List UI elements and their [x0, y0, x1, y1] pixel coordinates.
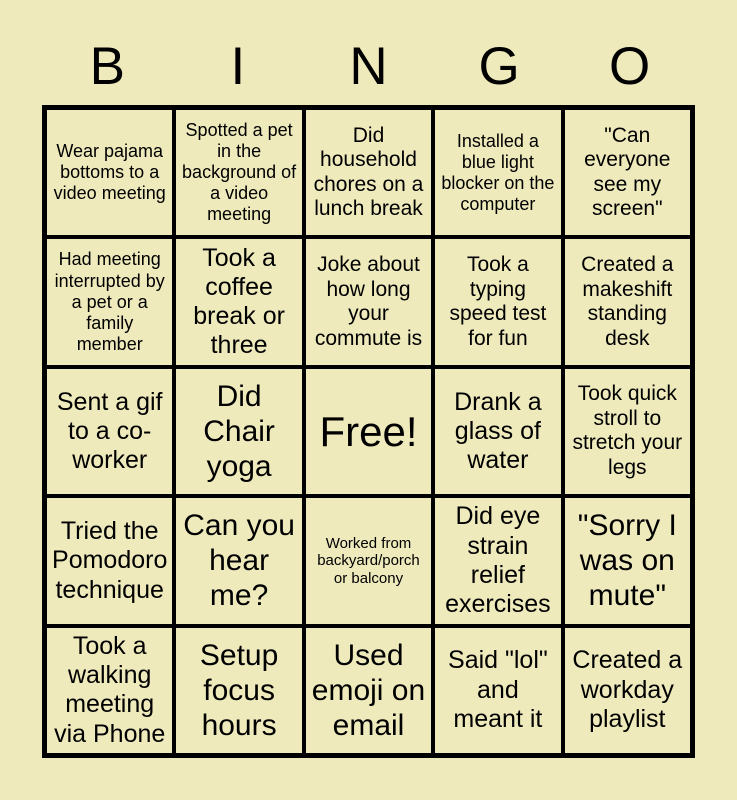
bingo-cell-label: Took a typing speed test for fun — [449, 252, 547, 350]
bingo-cell-label: Did household chores on a lunch break — [313, 123, 424, 221]
bingo-card: B I N G O Wear pajama bottoms to a video… — [0, 0, 737, 800]
bingo-grid: Wear pajama bottoms to a video meeting Sp… — [42, 105, 695, 758]
bingo-cell[interactable]: Used emoji on email — [305, 627, 432, 753]
bingo-cell[interactable]: Installed a blue light blocker on the co… — [435, 110, 561, 236]
bingo-cell[interactable]: Said "lol" and meant it — [435, 627, 561, 753]
bingo-cell[interactable]: Can you hear me? — [176, 498, 302, 624]
bingo-header: B I N G O — [42, 30, 695, 102]
header-letter-b: B — [89, 36, 125, 96]
bingo-cell-label: Took quick stroll to stretch your legs — [572, 382, 683, 480]
bingo-cell-label: Worked from backyard/porch or balcony — [317, 534, 420, 587]
bingo-cell[interactable]: Tried the Pomodoro technique — [47, 498, 173, 624]
bingo-cell-label: Setup focus hours — [199, 638, 279, 742]
bingo-cell[interactable]: Created a makeshift standing desk — [564, 239, 690, 365]
bingo-cell[interactable]: Joke about how long your commute is — [305, 239, 432, 365]
bingo-cell-label: Took a walking meeting via Phone — [54, 631, 166, 748]
bingo-cell[interactable]: "Sorry I was on mute" — [564, 498, 690, 624]
header-letter-n: N — [349, 36, 388, 96]
bingo-cell[interactable]: Did household chores on a lunch break — [305, 110, 432, 236]
bingo-cell-label: Had meeting interrupted by a pet or a fa… — [54, 249, 165, 354]
bingo-cell-label: Free! — [319, 407, 418, 455]
bingo-cell[interactable]: Sent a gif to a co-worker — [47, 368, 173, 495]
bingo-cell-label: Joke about how long your commute is — [314, 252, 423, 350]
bingo-cell[interactable]: Did eye strain relief exercises — [435, 498, 561, 624]
bingo-cell[interactable]: Did Chair yoga — [176, 368, 302, 495]
header-letter-g: G — [478, 36, 520, 96]
bingo-cell-label: "Can everyone see my screen" — [584, 123, 671, 221]
bingo-cell[interactable]: Had meeting interrupted by a pet or a fa… — [47, 239, 173, 365]
bingo-cell[interactable]: Took quick stroll to stretch your legs — [564, 368, 690, 495]
bingo-cell-label: Did eye strain relief exercises — [445, 502, 551, 619]
bingo-free-space[interactable]: Free! — [305, 368, 432, 495]
bingo-cell-label: Tried the Pomodoro technique — [52, 517, 168, 604]
bingo-cell[interactable]: "Can everyone see my screen" — [564, 110, 690, 236]
bingo-cell-label: Sent a gif to a co-worker — [56, 387, 163, 475]
bingo-cell-label: Installed a blue light blocker on the co… — [441, 130, 555, 214]
bingo-cell[interactable]: Took a typing speed test for fun — [435, 239, 561, 365]
bingo-cell-label: "Sorry I was on mute" — [577, 509, 677, 613]
bingo-cell-label: Created a workday playlist — [572, 646, 683, 733]
bingo-cell[interactable]: Took a walking meeting via Phone — [47, 627, 173, 753]
bingo-cell[interactable]: Worked from backyard/porch or balcony — [305, 498, 432, 624]
bingo-cell[interactable]: Created a workday playlist — [564, 627, 690, 753]
bingo-cell-label: Spotted a pet in the background of a vid… — [182, 120, 297, 225]
bingo-cell-label: Wear pajama bottoms to a video meeting — [53, 141, 166, 204]
bingo-cell[interactable]: Wear pajama bottoms to a video meeting — [47, 110, 173, 236]
header-letter-i: I — [230, 36, 246, 96]
bingo-cell-label: Did Chair yoga — [203, 379, 275, 484]
bingo-cell-label: Drank a glass of water — [454, 387, 542, 475]
header-letter-o: O — [609, 36, 651, 96]
bingo-cell-label: Used emoji on email — [311, 638, 426, 742]
bingo-cell-label: Created a makeshift standing desk — [581, 252, 674, 350]
bingo-cell[interactable]: Took a coffee break or three — [176, 239, 302, 365]
bingo-cell-label: Can you hear me? — [183, 509, 295, 613]
bingo-cell[interactable]: Setup focus hours — [176, 627, 302, 753]
bingo-cell[interactable]: Spotted a pet in the background of a vid… — [176, 110, 302, 236]
bingo-cell-label: Took a coffee break or three — [193, 243, 285, 360]
bingo-cell[interactable]: Drank a glass of water — [435, 368, 561, 495]
bingo-cell-label: Said "lol" and meant it — [448, 646, 548, 733]
